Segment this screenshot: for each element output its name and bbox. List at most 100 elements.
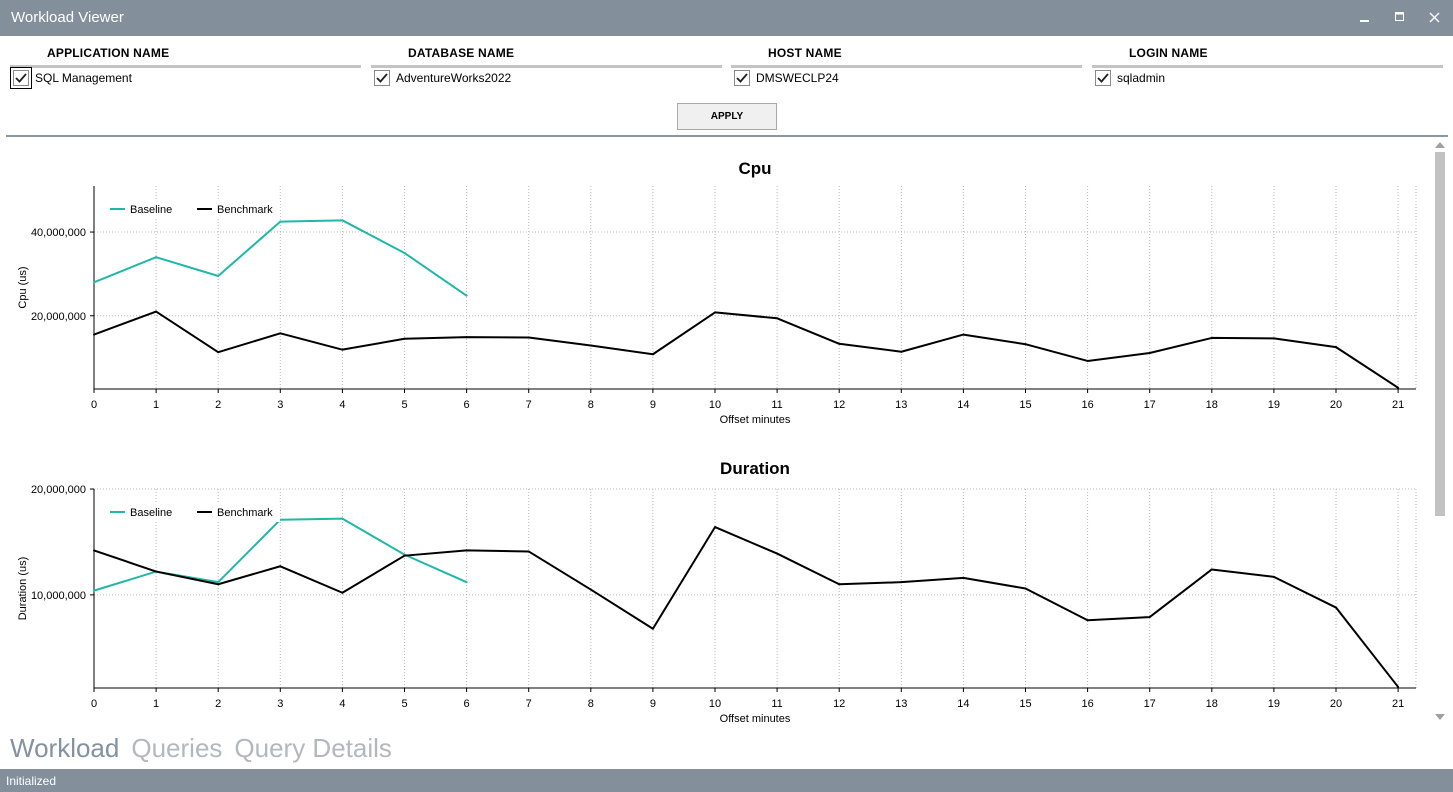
filter-value: DMSWECLP24 [756, 71, 839, 85]
x-tick-label: 17 [1144, 698, 1156, 710]
x-tick-label: 4 [339, 399, 345, 411]
data-point [1148, 352, 1151, 355]
x-tick-label: 10 [709, 698, 721, 710]
x-tick-label: 19 [1268, 399, 1280, 411]
data-point [341, 517, 344, 520]
title-bar: Workload Viewer [0, 0, 1453, 36]
filter-option[interactable]: DMSWECLP24 [734, 70, 839, 86]
x-tick-label: 14 [957, 698, 969, 710]
y-axis-label: Cpu (us) [17, 266, 29, 308]
x-tick-label: 17 [1144, 399, 1156, 411]
close-button[interactable] [1419, 4, 1449, 30]
data-point [1210, 336, 1213, 339]
chart-cpu: Cpu0 1 2 3 4 5 6 7 8 9 10 11 12 13 14 15 16 17 18 19 20 2120,… [17, 159, 1417, 426]
data-point [1272, 575, 1275, 578]
database-checkbox[interactable] [374, 70, 390, 86]
data-point [651, 627, 654, 630]
data-point [93, 549, 95, 552]
x-tick-label: 9 [650, 399, 656, 411]
chevron-down-icon [1435, 714, 1445, 720]
x-tick-label: 9 [650, 698, 656, 710]
y-tick-label: 10,000,000 [31, 590, 86, 602]
x-tick-label: 14 [957, 399, 969, 411]
data-point [589, 588, 592, 591]
filter-panel: APPLICATION NAME SQL Management DATABASE… [0, 36, 1453, 136]
tab-query-details[interactable]: Query Details [234, 733, 392, 767]
x-tick-label: 15 [1019, 698, 1031, 710]
filter-divider [371, 65, 722, 68]
x-tick-label: 13 [895, 698, 907, 710]
data-point [341, 219, 344, 222]
data-point [217, 581, 220, 584]
x-tick-label: 2 [215, 698, 221, 710]
vertical-scrollbar[interactable] [1433, 140, 1447, 724]
x-tick-label: 11 [771, 698, 782, 710]
apply-button[interactable]: APPLY [677, 103, 777, 130]
maximize-button[interactable] [1385, 4, 1415, 30]
data-point [776, 552, 779, 555]
minimize-icon [1360, 20, 1369, 22]
application-checkbox[interactable] [10, 67, 32, 89]
chart-title: Duration [720, 459, 790, 478]
data-point [776, 317, 779, 320]
x-tick-label: 0 [91, 698, 97, 710]
x-tick-label: 12 [833, 399, 845, 411]
data-point [217, 274, 220, 277]
data-point [1024, 343, 1027, 346]
data-point [1335, 346, 1337, 349]
chart-duration: Duration0 1 2 3 4 5 6 7 8 9 10 11 12 13 14 15 16 17 18 19 20… [17, 459, 1417, 725]
legend-label: Baseline [130, 507, 172, 519]
login-checkbox[interactable] [1095, 70, 1111, 86]
tab-queries[interactable]: Queries [131, 733, 222, 767]
x-tick-label: 6 [464, 399, 470, 411]
filter-header: APPLICATION NAME [47, 46, 170, 60]
data-point [1210, 568, 1213, 571]
data-point [403, 337, 406, 340]
scroll-up-arrow[interactable] [1434, 140, 1446, 150]
y-tick-label: 20,000,000 [31, 311, 86, 323]
tab-workload[interactable]: Workload [10, 733, 119, 767]
maximize-icon [1395, 12, 1404, 21]
data-point [651, 353, 654, 356]
filter-header: DATABASE NAME [408, 46, 515, 60]
data-point [900, 581, 903, 584]
x-axis-label: Offset minutes [720, 414, 791, 426]
data-point [838, 342, 841, 345]
legend-label: Baseline [130, 204, 172, 216]
data-point [155, 256, 158, 259]
filter-option[interactable]: sqladmin [1095, 70, 1165, 86]
filter-option[interactable]: AdventureWorks2022 [374, 70, 511, 86]
status-text: Initialized [6, 774, 57, 788]
charts-panel[interactable]: Cpu 0 1 2 3 4 5 6 7 8 9 10 11 12 13 14 15 16 17 18 19 20 21 20,… [0, 137, 1432, 727]
x-tick-label: 15 [1019, 399, 1031, 411]
data-point [341, 591, 344, 594]
data-point [1272, 337, 1275, 340]
x-tick-label: 0 [91, 399, 97, 411]
data-point [962, 333, 965, 336]
x-tick-label: 11 [771, 399, 782, 411]
scroll-thumb[interactable] [1435, 152, 1445, 516]
filter-option[interactable]: SQL Management [10, 67, 132, 89]
minimize-button[interactable] [1350, 4, 1380, 30]
data-point [714, 526, 716, 529]
data-point [403, 554, 406, 557]
host-checkbox[interactable] [734, 70, 750, 86]
filter-divider [10, 65, 361, 68]
x-tick-label: 3 [277, 399, 283, 411]
data-point [217, 583, 220, 586]
chevron-up-icon [1435, 142, 1445, 148]
data-point [93, 333, 95, 336]
x-tick-label: 8 [588, 698, 594, 710]
x-tick-label: 5 [401, 399, 407, 411]
filter-value: AdventureWorks2022 [396, 71, 512, 85]
x-tick-label: 1 [153, 399, 159, 411]
filter-header: HOST NAME [768, 46, 842, 60]
x-tick-label: 16 [1081, 399, 1093, 411]
y-axis-label: Duration (us) [17, 557, 29, 621]
data-point [1397, 685, 1400, 688]
scroll-down-arrow[interactable] [1434, 712, 1446, 722]
data-point [155, 570, 158, 573]
x-tick-label: 7 [526, 698, 532, 710]
status-bar: Initialized [0, 769, 1453, 792]
filter-divider [1092, 65, 1443, 68]
